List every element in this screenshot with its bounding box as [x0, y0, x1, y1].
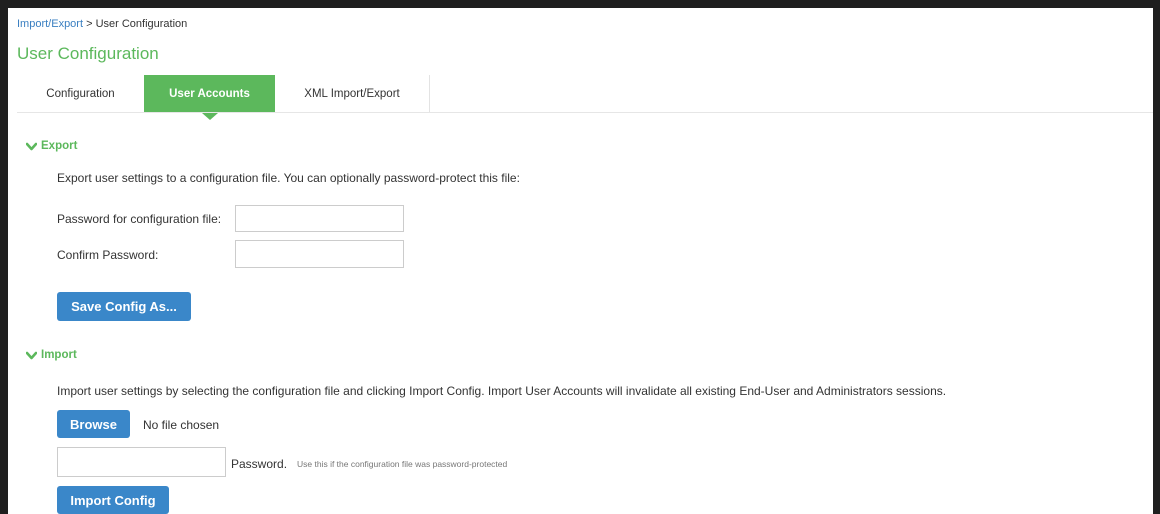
breadcrumb-separator: > [83, 18, 96, 30]
browse-button[interactable]: Browse [57, 410, 130, 438]
confirm-password-label: Confirm Password: [57, 248, 159, 262]
page-frame: Import/Export > User Configuration User … [0, 0, 1160, 514]
breadcrumb-current: User Configuration [95, 18, 188, 30]
page-title: User Configuration [17, 44, 159, 63]
breadcrumb: Import/Export > User Configuration [17, 18, 187, 30]
breadcrumb-link-import-export[interactable]: Import/Export [17, 18, 83, 30]
confirm-password-input[interactable] [235, 240, 404, 268]
tab-configuration[interactable]: Configuration [17, 75, 144, 113]
export-section-heading: Export [41, 140, 78, 152]
import-description: Import user settings by selecting the co… [57, 384, 947, 398]
tab-xml-import-export[interactable]: XML Import/Export [275, 75, 430, 113]
tab-bar-divider [17, 112, 1153, 113]
export-description: Export user settings to a configuration … [57, 171, 520, 185]
import-section-heading: Import [41, 349, 77, 361]
chevron-down-icon [26, 142, 37, 150]
window-border-left [0, 0, 8, 514]
window-border-right [1153, 0, 1160, 514]
import-password-hint: Use this if the configuration file was p… [297, 459, 508, 469]
window-border-top [0, 0, 1160, 8]
export-password-input[interactable] [235, 205, 404, 232]
save-config-as-button[interactable]: Save Config As... [57, 292, 191, 321]
import-password-input[interactable] [57, 447, 226, 477]
import-password-label: Password. [231, 457, 288, 471]
import-config-button[interactable]: Import Config [57, 486, 169, 514]
export-password-label: Password for configuration file: [57, 212, 222, 226]
file-chosen-status: No file chosen [143, 418, 220, 432]
tab-user-accounts[interactable]: User Accounts [144, 75, 275, 120]
chevron-down-icon [26, 351, 37, 359]
export-section-toggle[interactable]: Export [26, 140, 77, 152]
import-section-toggle[interactable]: Import [26, 349, 77, 361]
tab-bar: Configuration User Accounts XML Import/E… [17, 75, 430, 120]
